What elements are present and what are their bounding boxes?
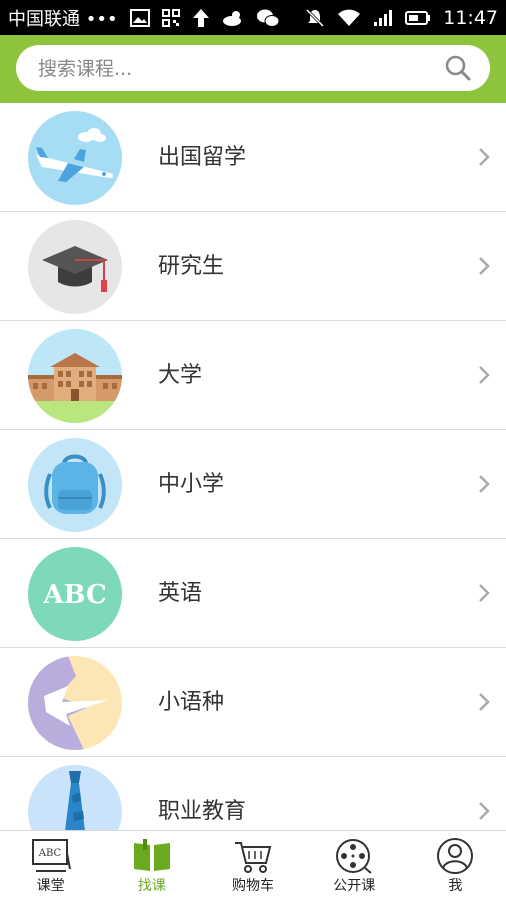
battery-icon bbox=[405, 10, 431, 25]
status-bar: 中国联通 ••• 11:47 bbox=[0, 0, 506, 35]
category-row-k12[interactable]: 中小学 bbox=[0, 430, 506, 539]
wechat-icon bbox=[256, 9, 280, 27]
blackboard-text: ABC bbox=[37, 848, 61, 859]
tie-icon bbox=[28, 765, 122, 830]
category-row-minor-languages[interactable]: 小语种 bbox=[0, 648, 506, 757]
chevron-right-icon bbox=[479, 693, 490, 711]
tab-classroom[interactable]: ABC 课堂 bbox=[0, 831, 101, 901]
profile-icon bbox=[437, 838, 474, 874]
category-label: 中小学 bbox=[158, 472, 225, 497]
tab-label: 公开课 bbox=[333, 878, 376, 894]
tab-cart[interactable]: 购物车 bbox=[202, 831, 303, 901]
search-box[interactable] bbox=[16, 45, 490, 93]
category-row-english[interactable]: ABC 英语 bbox=[0, 539, 506, 648]
qr-notification-icon bbox=[161, 8, 180, 27]
category-row-graduate[interactable]: 研究生 bbox=[0, 212, 506, 321]
carrier-text: 中国联通 ••• bbox=[8, 8, 118, 30]
wifi-icon bbox=[338, 9, 361, 26]
cart-icon bbox=[235, 842, 272, 873]
film-reel-icon bbox=[336, 839, 372, 874]
signal-icon bbox=[374, 9, 393, 26]
abc-icon: ABC bbox=[28, 547, 122, 641]
category-label: 大学 bbox=[158, 363, 203, 388]
airplane-icon bbox=[28, 111, 122, 205]
category-row-vocational[interactable]: 职业教育 bbox=[0, 757, 506, 830]
mute-icon bbox=[306, 8, 325, 27]
category-label: 出国留学 bbox=[158, 145, 247, 170]
abc-text: ABC bbox=[42, 580, 106, 610]
clock-text: 11:47 bbox=[443, 6, 498, 29]
tab-label: 课堂 bbox=[36, 878, 65, 894]
graduation-cap-icon bbox=[28, 220, 122, 314]
category-label: 职业教育 bbox=[158, 799, 247, 824]
category-label: 英语 bbox=[158, 581, 203, 606]
chevron-right-icon bbox=[479, 584, 490, 602]
category-list: 出国留学 研究生 大学 中小学 ABC 英语 小语种 职业教育 bbox=[0, 103, 506, 830]
category-row-study-abroad[interactable]: 出国留学 bbox=[0, 103, 506, 212]
bottom-tab-bar: ABC 课堂 找课 购物车 公开课 我 bbox=[0, 830, 506, 901]
image-notification-icon bbox=[129, 8, 150, 27]
weather-cloud-icon bbox=[222, 10, 241, 26]
tab-label: 找课 bbox=[137, 878, 166, 894]
tab-label: 我 bbox=[448, 878, 463, 894]
chevron-right-icon bbox=[479, 802, 490, 820]
tab-open-course[interactable]: 公开课 bbox=[304, 831, 405, 901]
university-building-icon bbox=[28, 329, 122, 423]
book-icon bbox=[133, 839, 170, 871]
status-right: 11:47 bbox=[305, 0, 498, 35]
category-row-university[interactable]: 大学 bbox=[0, 321, 506, 430]
tab-me[interactable]: 我 bbox=[405, 831, 506, 901]
search-header bbox=[0, 35, 506, 103]
chevron-right-icon bbox=[479, 148, 490, 166]
blackboard-abc-icon: ABC bbox=[31, 839, 71, 872]
upload-arrow-icon bbox=[192, 8, 209, 27]
chevron-right-icon bbox=[479, 366, 490, 384]
tab-label: 购物车 bbox=[232, 878, 274, 894]
status-left: 中国联通 ••• bbox=[8, 0, 280, 35]
language-icon bbox=[28, 656, 122, 750]
tab-find-course[interactable]: 找课 bbox=[101, 831, 202, 901]
chevron-right-icon bbox=[479, 475, 490, 493]
category-label: 研究生 bbox=[158, 254, 225, 279]
search-icon[interactable] bbox=[444, 54, 472, 82]
category-label: 小语种 bbox=[158, 690, 225, 715]
chevron-right-icon bbox=[479, 257, 490, 275]
backpack-icon bbox=[28, 438, 122, 532]
search-input[interactable] bbox=[36, 45, 440, 93]
